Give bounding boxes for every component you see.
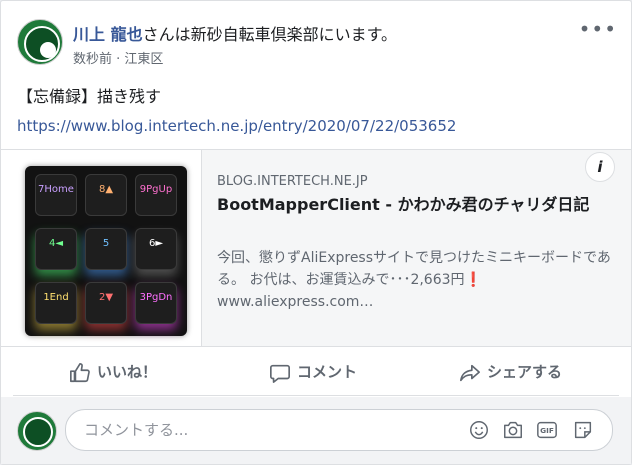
comment-bar: GIF <box>1 397 631 464</box>
author-checkin-text: さんは新砂自転車倶楽部にいます。 <box>142 25 397 44</box>
keypad-key: 8▲ <box>85 174 127 216</box>
comment-input-box[interactable]: GIF <box>65 409 613 451</box>
sticker-icon[interactable] <box>572 419 594 441</box>
link-description: 今回、懲りずAliExpressサイトで見つけたミニキーボードである。 お代は、… <box>217 250 611 310</box>
keypad-key: 3PgDn <box>135 282 177 324</box>
post-text: 【忘備録】描き残す <box>17 87 162 106</box>
author-name[interactable]: 川上 龍也 <box>73 25 143 44</box>
keypad-key: 5 <box>85 228 127 270</box>
share-arrow-icon <box>460 364 480 381</box>
post-actions: いいね！ コメント シェアする <box>13 349 619 396</box>
link-title[interactable]: BootMapperClient - かわかみ君のチャリダ日記 <box>217 194 612 216</box>
post-header: 川上 龍也さんは新砂自転車倶楽部にいます。 数秒前 · 江東区 ••• <box>17 17 617 73</box>
more-options-icon[interactable]: ••• <box>579 17 617 41</box>
comment-button[interactable]: コメント <box>269 349 357 395</box>
post-url-link[interactable]: https://www.blog.intertech.ne.jp/entry/2… <box>17 117 456 135</box>
share-button[interactable]: シェアする <box>459 349 562 395</box>
post-card: 川上 龍也さんは新砂自転車倶楽部にいます。 数秒前 · 江東区 ••• 【忘備録… <box>0 0 632 465</box>
share-label: シェアする <box>487 363 563 381</box>
comment-input[interactable] <box>82 418 456 442</box>
info-icon[interactable]: i <box>585 152 615 182</box>
keypad-key: 9PgUp <box>135 174 177 216</box>
like-label: いいね！ <box>97 363 158 381</box>
avatar-logo <box>24 26 60 62</box>
link-preview[interactable]: 7Home 8▲ 9PgUp 4◄ 5 6► 1End 2▼ 3PgDn i B… <box>1 149 631 347</box>
post-location[interactable]: 江東区 <box>124 52 163 67</box>
post-meta: 数秒前 · 江東区 <box>73 48 163 67</box>
thumbs-up-icon <box>70 362 90 382</box>
keypad-key: 4◄ <box>35 228 77 270</box>
like-button[interactable]: いいね！ <box>69 349 157 395</box>
meta-separator: · <box>112 52 125 67</box>
gif-icon[interactable]: GIF <box>536 419 558 441</box>
post-author-line: 川上 龍也さんは新砂自転車倶楽部にいます。 <box>73 21 397 45</box>
speech-bubble-icon <box>270 364 290 383</box>
keypad-key: 7Home <box>35 174 77 216</box>
comment-label: コメント <box>297 363 358 381</box>
link-thumbnail[interactable]: 7Home 8▲ 9PgUp 4◄ 5 6► 1End 2▼ 3PgDn <box>1 150 202 346</box>
link-domain: BLOG.INTERTECH.NE.JP <box>217 174 368 189</box>
camera-icon[interactable] <box>502 419 524 441</box>
keypad-key: 1End <box>35 282 77 324</box>
keypad-image: 7Home 8▲ 9PgUp 4◄ 5 6► 1End 2▼ 3PgDn <box>25 166 187 336</box>
commenter-avatar[interactable] <box>17 411 57 451</box>
avatar-logo <box>23 417 53 447</box>
author-avatar[interactable] <box>17 19 63 65</box>
post-time[interactable]: 数秒前 <box>73 52 112 67</box>
keypad-key: 2▼ <box>85 282 127 324</box>
smiley-icon[interactable] <box>468 419 490 441</box>
svg-text:GIF: GIF <box>540 426 554 435</box>
keypad-key: 6► <box>135 228 177 270</box>
